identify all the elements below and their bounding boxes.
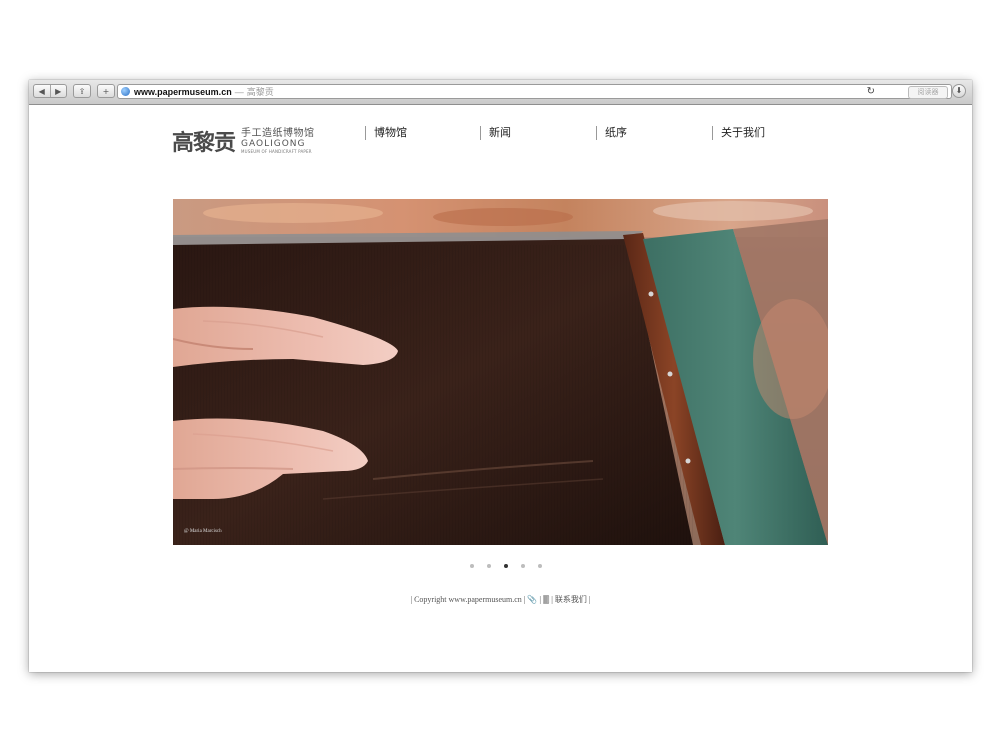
browser-toolbar: ◀ ▶ ⇪ + www.papermuseum.cn — 高黎贡 ↻ 阅读器 ⬇ [29, 80, 972, 105]
reader-button[interactable]: 阅读器 [908, 86, 948, 99]
logo-en-subtitle: MUSEUM OF HANDICRAFT PAPER [241, 148, 312, 154]
site-footer: | Copyright www.papermuseum.cn | 📎 | 🀫 |… [410, 595, 591, 604]
download-icon[interactable]: ⬇ [952, 84, 966, 98]
plus-icon: + [102, 86, 110, 96]
carousel-dot[interactable] [487, 564, 491, 568]
carousel-dot[interactable] [470, 564, 474, 568]
carousel-dot[interactable] [538, 564, 542, 568]
carousel-dots [470, 564, 555, 570]
nav-item-news[interactable]: 新闻 [480, 126, 511, 140]
share-icon: ⇪ [78, 86, 86, 96]
hero-slideshow-image[interactable]: @ Maria Marcisch [173, 199, 828, 545]
url-separator: — [234, 86, 244, 97]
globe-icon [121, 87, 130, 96]
logo-cn-name: 手工造纸博物馆 [241, 127, 315, 139]
photo-credit: @ Maria Marcisch [184, 529, 222, 534]
page-title-in-url: 高黎贡 [246, 87, 274, 97]
carousel-dot[interactable] [521, 564, 525, 568]
logo-text: 手工造纸博物馆 GAOLIGONG MUSEUM OF HANDICRAFT P… [241, 127, 315, 154]
back-forward-buttons: ◀ ▶ [33, 84, 67, 98]
url-domain: www.papermuseum.cn [134, 86, 232, 97]
browser-window: ◀ ▶ ⇪ + www.papermuseum.cn — 高黎贡 ↻ 阅读器 ⬇… [29, 80, 972, 672]
back-icon[interactable]: ◀ [34, 87, 50, 96]
carousel-dot[interactable] [504, 564, 508, 568]
logo-en-name: GAOLIGONG [241, 138, 306, 149]
nav-item-museum[interactable]: 博物馆 [365, 126, 407, 140]
site-logo[interactable]: 高黎贡 手工造纸博物馆 GAOLIGONG MUSEUM OF HANDICRA… [172, 126, 315, 156]
address-bar[interactable]: www.papermuseum.cn — 高黎贡 ↻ 阅读器 [117, 84, 952, 99]
share-button[interactable]: ⇪ [73, 84, 91, 98]
add-bookmark-button[interactable]: + [97, 84, 115, 98]
reload-icon[interactable]: ↻ [867, 86, 875, 97]
nav-item-paper-order[interactable]: 纸序 [596, 126, 627, 140]
hero-photo [173, 199, 828, 545]
logo-mark: 高黎贡 [172, 130, 236, 156]
nav-item-about-us[interactable]: 关于我们 [712, 126, 765, 140]
forward-icon[interactable]: ▶ [50, 87, 66, 96]
